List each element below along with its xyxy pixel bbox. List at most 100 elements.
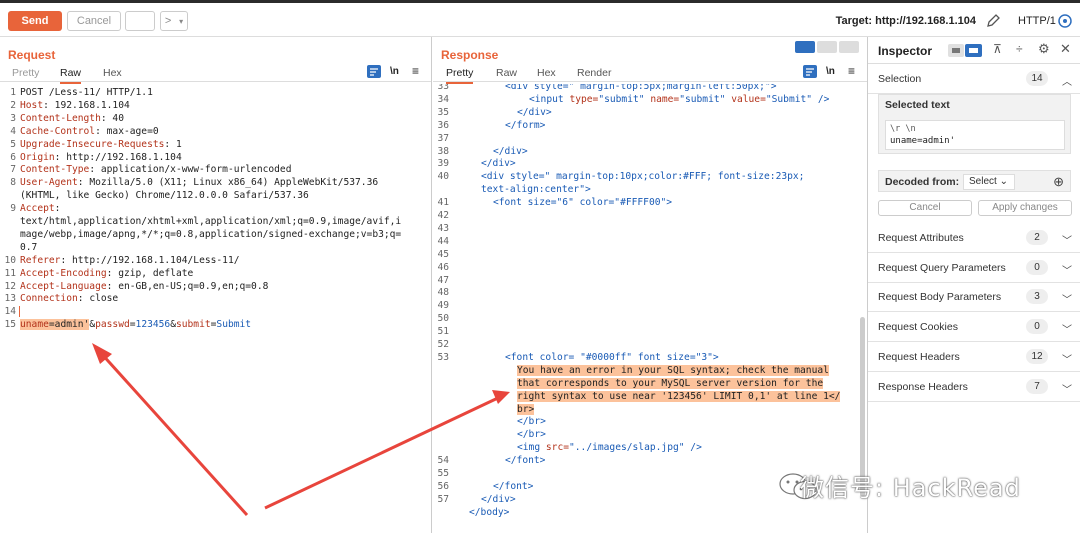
code-token: <div style=" margin-top:10px;color:#FFF;… bbox=[481, 171, 805, 183]
line-number: 44 bbox=[437, 235, 449, 247]
code-line: User-Agent: Mozilla/5.0 (X11; Linux x86_… bbox=[20, 177, 378, 188]
code-line: <img src="../images/slap.jpg" /> bbox=[517, 442, 702, 453]
code-line: Upgrade-Insecure-Requests: 1 bbox=[20, 139, 182, 150]
line-number: 39 bbox=[437, 158, 449, 170]
layout-toggle[interactable] bbox=[795, 41, 859, 53]
code-line: Content-Type: application/x-www-form-url… bbox=[20, 164, 291, 175]
code-line: </div> bbox=[481, 158, 516, 169]
newline-toggle[interactable]: \n bbox=[826, 66, 835, 77]
code-line: (KHTML, like Gecko) Chrome/112.0.0.0 Saf… bbox=[20, 190, 309, 202]
line-number: 48 bbox=[437, 287, 449, 299]
chevron-down-icon[interactable]: ﹀ bbox=[1062, 232, 1072, 247]
request-editor[interactable]: 1 POST /Less-11/ HTTP/1.1 2 Host: 192.168.1… bbox=[0, 84, 431, 533]
send-button[interactable]: Send bbox=[8, 11, 62, 31]
back-button[interactable] bbox=[125, 11, 155, 31]
split-icon[interactable]: ÷ bbox=[1016, 42, 1023, 56]
inspector-section-row[interactable]: Request Headers 12 ﹀ bbox=[868, 342, 1080, 372]
inspector-section-row[interactable]: Request Cookies 0 ﹀ bbox=[868, 312, 1080, 343]
http-version-label[interactable]: HTTP/1 bbox=[1018, 15, 1056, 27]
line-number: 9 bbox=[10, 203, 16, 215]
line-number: 43 bbox=[437, 222, 449, 234]
code-token: type= bbox=[569, 93, 599, 105]
tab-raw[interactable]: Raw bbox=[60, 67, 82, 84]
edit-icon[interactable] bbox=[985, 13, 1001, 29]
chevron-down-icon[interactable]: ﹀ bbox=[1062, 262, 1072, 277]
selection-label: Selection bbox=[878, 73, 922, 85]
response-editor[interactable]: 33 34 35 36 37 38 39 40 41 42 43 44 45 46 47 48 49 50 51 52… bbox=[433, 84, 867, 533]
code-token: <img bbox=[517, 442, 546, 454]
code-token: text-align:center"> bbox=[481, 184, 591, 196]
line-number: 6 bbox=[10, 151, 16, 163]
inspector-section-row[interactable]: Request Body Parameters 3 ﹀ bbox=[868, 282, 1080, 313]
newline-toggle[interactable]: \n bbox=[390, 66, 399, 77]
inspector-cancel-button[interactable]: Cancel bbox=[878, 200, 972, 216]
code-line: 0.7 bbox=[20, 241, 38, 253]
selection-row[interactable]: Selection 14 ︿ bbox=[868, 64, 1080, 94]
code-token: </div> bbox=[517, 106, 552, 118]
tab-raw[interactable]: Raw bbox=[496, 67, 517, 79]
menu-icon[interactable]: ≡ bbox=[848, 64, 855, 78]
gear-icon[interactable]: ⚙ bbox=[1038, 41, 1050, 57]
tab-hex[interactable]: Hex bbox=[103, 67, 122, 79]
layout-tabs-icon[interactable] bbox=[839, 41, 859, 53]
align-top-icon[interactable]: ⊼ bbox=[993, 42, 1002, 56]
section-count: 12 bbox=[1026, 348, 1048, 364]
selected-text-value[interactable]: \r \n uname=admin' bbox=[885, 120, 1065, 150]
decoded-select[interactable]: Select ⌄ bbox=[963, 174, 1015, 190]
header-key: Connection bbox=[20, 293, 78, 305]
inspector-layout-icon[interactable] bbox=[948, 44, 982, 57]
chevron-down-icon[interactable]: ﹀ bbox=[1062, 291, 1072, 306]
inspector-title: Inspector bbox=[878, 44, 933, 58]
response-pane: Response Pretty Raw Hex Render \n ≡ 33 34… bbox=[433, 37, 868, 533]
wrap-icon[interactable] bbox=[803, 65, 817, 78]
code-line: <font size="6" color="#FFFF00"> bbox=[493, 197, 672, 208]
section-count: 7 bbox=[1026, 378, 1048, 394]
inspector-section-row[interactable]: Request Query Parameters 0 ﹀ bbox=[868, 253, 1080, 283]
tab-hex[interactable]: Hex bbox=[537, 67, 556, 79]
section-label: Response Headers bbox=[878, 380, 968, 393]
apply-changes-button[interactable]: Apply changes bbox=[978, 200, 1072, 216]
line-number: 14 bbox=[4, 306, 16, 318]
layout-stacked-icon[interactable] bbox=[817, 41, 837, 53]
tab-render[interactable]: Render bbox=[577, 67, 611, 79]
chevron-up-icon[interactable]: ︿ bbox=[1062, 73, 1072, 88]
add-icon[interactable]: ⊕ bbox=[1053, 174, 1064, 190]
burp-repeater-window: Send Cancel > ▾ Target: http://192.168.1… bbox=[0, 0, 1080, 533]
header-value: application/x-www-form-urlencoded bbox=[95, 164, 292, 176]
code-token: /> bbox=[690, 442, 702, 454]
chevron-down-icon[interactable]: ﹀ bbox=[1062, 321, 1072, 336]
chevron-down-icon[interactable]: ﹀ bbox=[1062, 351, 1072, 366]
cancel-button[interactable]: Cancel bbox=[67, 11, 121, 31]
header-value: en-GB,en-US;q=0.9,en;q=0.8 bbox=[112, 280, 269, 292]
code-line: <div style=" margin-top:5px;margin-left:… bbox=[505, 84, 776, 92]
tab-pretty[interactable]: Pretty bbox=[12, 67, 39, 79]
header-key: Accept-Language bbox=[20, 280, 107, 292]
header-value: Mozilla/5.0 (X11; Linux x86_64) AppleWeb… bbox=[83, 177, 379, 189]
chevron-down-icon[interactable]: ﹀ bbox=[1062, 381, 1072, 396]
inspector-section-row[interactable]: Response Headers 7 ﹀ bbox=[868, 372, 1080, 402]
code-line: </div> bbox=[493, 146, 528, 157]
close-icon[interactable]: ✕ bbox=[1060, 41, 1071, 57]
code-token: <font color= "#0000ff" font size="3"> bbox=[505, 351, 719, 363]
header-value: 40 bbox=[106, 112, 124, 124]
forward-button[interactable]: > ▾ bbox=[160, 11, 188, 31]
line-number: 12 bbox=[4, 280, 16, 292]
line-number: 2 bbox=[10, 99, 16, 111]
line-number: 45 bbox=[437, 248, 449, 260]
refresh-icon[interactable] bbox=[1056, 12, 1074, 30]
request-tabs: Pretty Raw Hex \n ≡ bbox=[0, 64, 431, 84]
line-number: 5 bbox=[10, 138, 16, 150]
code-line: Referer: http://192.168.1.104/Less-11/ bbox=[20, 255, 240, 266]
menu-icon[interactable]: ≡ bbox=[412, 64, 419, 78]
param-key: uname bbox=[20, 319, 49, 331]
wrap-icon[interactable] bbox=[367, 65, 381, 78]
code-line: You have an error in your SQL syntax; ch… bbox=[517, 364, 829, 376]
section-label: Request Cookies bbox=[878, 321, 958, 334]
layout-side-by-side-icon[interactable] bbox=[795, 41, 815, 53]
tab-pretty[interactable]: Pretty bbox=[446, 67, 474, 84]
code-line: Cache-Control: max-age=0 bbox=[20, 126, 159, 137]
param-value: 123456 bbox=[135, 319, 171, 331]
header-value: close bbox=[83, 293, 119, 305]
selection-count: 14 bbox=[1026, 71, 1048, 86]
inspector-section-row[interactable]: Request Attributes 2 ﹀ bbox=[868, 223, 1080, 253]
